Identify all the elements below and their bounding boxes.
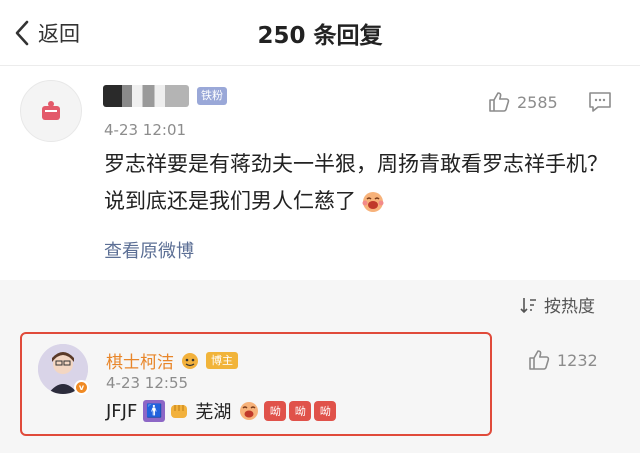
sort-label: 按热度 — [544, 297, 595, 317]
sticker-badge: 呦 — [289, 401, 312, 421]
like-button[interactable]: 2585 — [487, 90, 558, 114]
reply-item[interactable]: v 棋士柯洁 博主 4-23 12:55 JFJF 🚹 芜湖 呦 呦 呦 — [20, 332, 492, 436]
comment-author[interactable]: 铁粉 — [103, 84, 227, 108]
comment-text: 罗志祥要是有蒋劲夫一半狠，周扬青敢看罗志祥手机？说到底还是我们男人仁慈了 — [104, 152, 608, 213]
weibo-default-avatar-icon — [42, 101, 60, 120]
sort-icon — [520, 297, 536, 313]
thumbs-up-icon — [489, 92, 510, 112]
reply-author[interactable]: 棋士柯洁 博主 — [106, 348, 238, 373]
blurred-username — [103, 85, 189, 107]
like-count: 1232 — [557, 350, 598, 370]
verified-badge: v — [74, 380, 89, 395]
laughing-emoji-icon — [240, 402, 259, 420]
fan-badge: 铁粉 — [197, 87, 227, 105]
reply-username: 棋士柯洁 — [106, 353, 174, 373]
person-icon: 🚹 — [143, 400, 166, 422]
thumbs-up-icon — [529, 350, 550, 370]
fan-face-icon — [182, 352, 198, 369]
author-badge: 博主 — [206, 352, 238, 369]
sort-by-hot-button[interactable]: 按热度 — [518, 292, 595, 317]
sticker-badge: 呦 — [264, 401, 287, 421]
avatar[interactable] — [20, 80, 82, 142]
fist-emoji-icon — [171, 405, 188, 418]
reply-content: JFJF 🚹 芜湖 呦 呦 呦 — [106, 398, 337, 424]
laughing-emoji-icon — [362, 192, 384, 212]
reply-time: 4-23 12:55 — [106, 374, 189, 392]
comment-time: 4-23 12:01 — [104, 121, 187, 139]
like-count: 2585 — [517, 92, 558, 112]
main-comment: 铁粉 4-23 12:01 2585 罗志祥要是有蒋劲夫一半狠，周扬青敢看罗志祥… — [0, 66, 640, 280]
top-nav-bar: 返回 250 条回复 — [0, 0, 640, 66]
reply-text-prefix: JFJF — [106, 400, 138, 422]
reply-place-text: 芜湖 — [195, 402, 232, 423]
sticker-badge: 呦 — [314, 401, 337, 421]
comment-content: 罗志祥要是有蒋劲夫一半狠，周扬青敢看罗志祥手机？说到底还是我们男人仁慈了 — [104, 146, 614, 220]
page-title: 250 条回复 — [257, 23, 383, 49]
view-original-link[interactable]: 查看原微博 — [104, 237, 194, 263]
replies-section: 按热度 v 棋士柯洁 博主 4-23 12:55 JFJF 🚹 芜湖 呦 呦 呦… — [0, 280, 640, 453]
comment-bubble-icon[interactable] — [588, 91, 612, 113]
reply-like-button[interactable]: 1232 — [527, 348, 598, 372]
